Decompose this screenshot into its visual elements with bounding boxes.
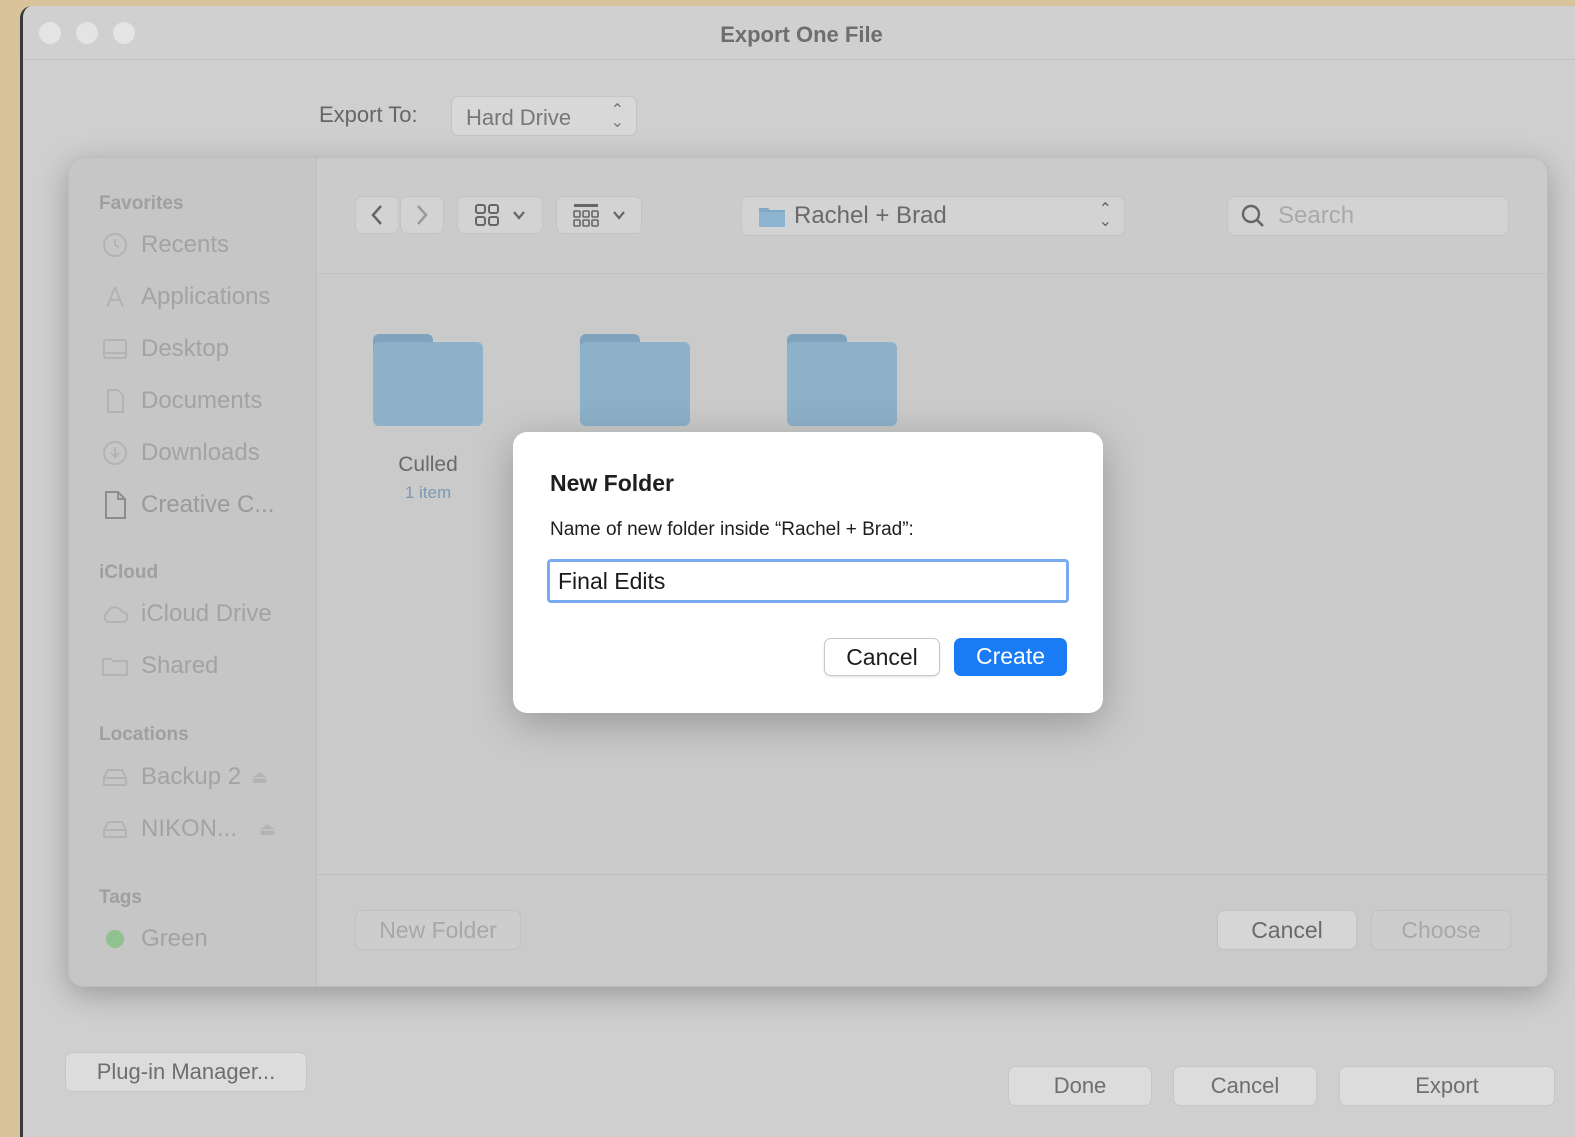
file-icon: [101, 491, 129, 519]
sidebar-item-label: Shared: [141, 652, 219, 679]
folder-name[interactable]: Culled: [373, 453, 483, 477]
location-popup[interactable]: Rachel + Brad ⌃ ⌄: [741, 196, 1125, 236]
forward-button[interactable]: [400, 196, 444, 234]
clock-icon: [101, 231, 129, 259]
chevron-down-icon: [513, 211, 525, 220]
done-button[interactable]: Done: [1008, 1066, 1152, 1106]
current-folder-name: Rachel + Brad: [794, 202, 947, 229]
gallery-grid-icon: [573, 204, 599, 227]
locations-header: Locations: [99, 724, 189, 745]
sidebar-item-downloads[interactable]: Downloads: [101, 437, 260, 469]
chevron-left-icon: [371, 205, 382, 225]
document-icon: [101, 387, 129, 415]
tag-dot-icon: [101, 925, 129, 953]
export-to-value: Hard Drive: [466, 105, 572, 130]
group-view-button[interactable]: [556, 196, 642, 234]
sidebar-item-documents[interactable]: Documents: [101, 385, 262, 417]
search-placeholder: Search: [1278, 202, 1355, 229]
applications-icon: [101, 283, 129, 311]
folder-icon[interactable]: [580, 330, 694, 426]
sidebar-item-creative-cloud[interactable]: Creative C...: [101, 489, 274, 521]
tags-header: Tags: [99, 887, 142, 908]
plugin-manager-button[interactable]: Plug-in Manager...: [65, 1052, 307, 1092]
updown-chevron-icon: ⌃ ⌄: [1098, 201, 1112, 230]
dialog-prompt: Name of new folder inside “Rachel + Brad…: [550, 519, 914, 540]
sidebar-item-desktop[interactable]: Desktop: [101, 333, 229, 365]
title-bar: Export One File: [23, 6, 1575, 60]
chevron-right-icon: [417, 205, 428, 225]
sidebar: Favorites Recents Applications Desktop D…: [69, 158, 317, 986]
sidebar-item-label: iCloud Drive: [141, 600, 272, 627]
grid-icon: [475, 204, 499, 226]
sidebar-item-recents[interactable]: Recents: [101, 229, 229, 261]
folder-item-count: 1 item: [404, 483, 452, 502]
eject-icon[interactable]: ⏏: [259, 819, 276, 840]
sidebar-item-label: Desktop: [141, 335, 230, 362]
export-to-select[interactable]: Hard Drive ⌃ ⌄: [451, 96, 637, 136]
shared-folder-icon: [101, 652, 129, 680]
sidebar-item-label: Documents: [141, 387, 263, 414]
sidebar-item-label: Creative C...: [141, 491, 275, 518]
eject-icon[interactable]: ⏏: [251, 767, 268, 788]
drive-icon: [101, 763, 129, 791]
sidebar-item-nikon[interactable]: NIKON... ⏏: [101, 813, 276, 845]
sidebar-item-backup-2[interactable]: Backup 2 ⏏: [101, 761, 268, 793]
sidebar-item-label: Backup 2: [141, 763, 242, 790]
sidebar-item-label: Recents: [141, 231, 230, 258]
favorites-header: Favorites: [99, 193, 184, 214]
icon-view-button[interactable]: [457, 196, 543, 234]
sidebar-item-applications[interactable]: Applications: [101, 281, 270, 313]
folder-icon[interactable]: [787, 330, 901, 426]
choose-button[interactable]: Choose: [1371, 910, 1511, 950]
search-field[interactable]: Search: [1227, 196, 1509, 236]
sidebar-item-shared[interactable]: Shared: [101, 650, 218, 682]
updown-chevron-icon: ⌃ ⌄: [610, 102, 624, 131]
drive-icon: [101, 815, 129, 843]
sidebar-item-label: Downloads: [141, 439, 260, 466]
new-folder-button[interactable]: New Folder: [355, 910, 521, 950]
sidebar-item-label: Applications: [141, 283, 271, 310]
create-button[interactable]: Create: [954, 638, 1067, 676]
sidebar-item-tag-green[interactable]: Green: [101, 923, 208, 955]
folder-icon-culled[interactable]: [373, 330, 487, 426]
desktop-icon: [101, 335, 129, 363]
window-title: Export One File: [720, 22, 883, 47]
back-button[interactable]: [355, 196, 399, 234]
sidebar-item-label: NIKON...: [141, 815, 238, 842]
export-button[interactable]: Export: [1339, 1066, 1555, 1106]
new-folder-dialog: New Folder Name of new folder inside “Ra…: [513, 432, 1103, 713]
export-to-label: Export To:: [319, 102, 418, 127]
sidebar-item-icloud-drive[interactable]: iCloud Drive: [101, 598, 272, 630]
folder-icon: [759, 208, 785, 227]
icloud-header: iCloud: [99, 562, 159, 583]
window-cancel-button[interactable]: Cancel: [1173, 1066, 1317, 1106]
folder-name-input[interactable]: [547, 559, 1069, 603]
download-icon: [101, 439, 129, 467]
dialog-title: New Folder: [550, 470, 674, 496]
dialog-cancel-button[interactable]: Cancel: [824, 638, 940, 676]
sidebar-item-label: Green: [141, 925, 208, 952]
cloud-icon: [101, 600, 129, 628]
search-icon: [1241, 204, 1264, 227]
sheet-cancel-button[interactable]: Cancel: [1217, 910, 1357, 950]
chevron-down-icon: [613, 211, 625, 220]
